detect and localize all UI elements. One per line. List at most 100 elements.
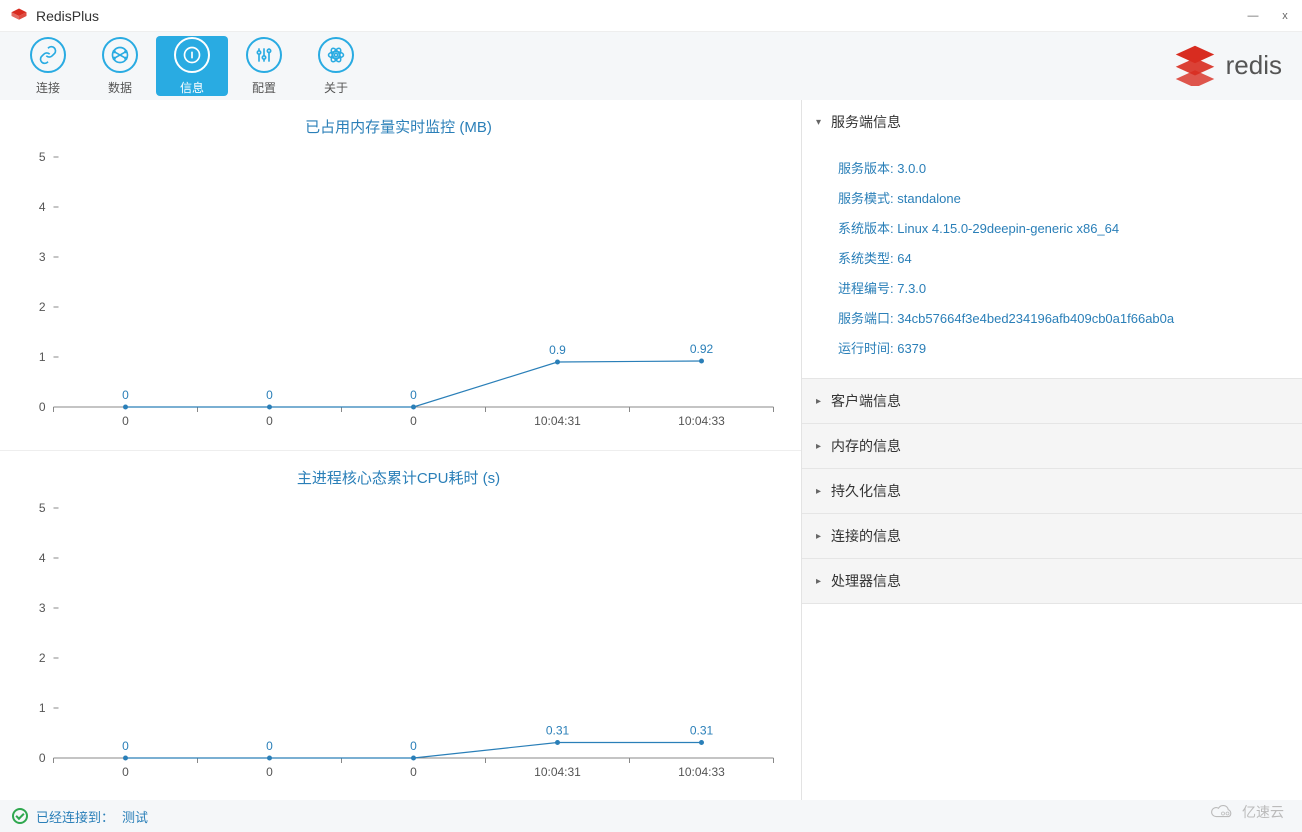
svg-text:10:04:33: 10:04:33 [678,414,725,428]
svg-text:5: 5 [39,150,46,164]
watermark-text: 亿速云 [1242,802,1284,822]
chart-memory: 已占用内存量实时监控 (MB) 0123450000000.910:04:310… [0,100,801,450]
accordion-title: 持久化信息 [831,481,901,501]
svg-text:10:04:31: 10:04:31 [534,765,581,779]
accordion-cpu-info: ▸ 处理器信息 [802,559,1302,604]
brand-logo: redis [1174,44,1282,86]
svg-text:10:04:33: 10:04:33 [678,765,725,779]
titlebar: RedisPlus — x [0,0,1302,32]
svg-text:0: 0 [410,388,417,402]
toolbar-label: 关于 [324,79,348,96]
svg-text:4: 4 [39,551,46,565]
svg-text:0: 0 [410,414,417,428]
svg-text:2: 2 [39,651,46,665]
svg-text:0: 0 [266,739,273,753]
toolbar-label: 配置 [252,79,276,96]
svg-text:0: 0 [410,765,417,779]
statusbar: 已经连接到： 测试 [0,800,1302,832]
accordion-header[interactable]: ▸ 连接的信息 [802,514,1302,558]
info-line: 服务模式: standalone [838,184,1302,214]
toolbar-btn-connect[interactable]: 连接 [12,36,84,96]
info-line: 进程编号: 7.3.0 [838,274,1302,304]
data-icon [102,37,138,73]
cloud-icon [1208,802,1238,822]
charts-column: 已占用内存量实时监控 (MB) 0123450000000.910:04:310… [0,100,802,800]
info-line: 系统类型: 64 [838,244,1302,274]
accordion-body: 服务版本: 3.0.0 服务模式: standalone 系统版本: Linux… [802,144,1302,378]
chart-title: 主进程核心态累计CPU耗时 (s) [12,467,785,488]
svg-text:0: 0 [122,388,129,402]
info-column: ▾ 服务端信息 服务版本: 3.0.0 服务模式: standalone 系统版… [802,100,1302,800]
toolbar-label: 信息 [180,79,204,96]
close-button[interactable]: x [1278,10,1292,22]
redis-logo-icon [1174,44,1216,86]
accordion-persist-info: ▸ 持久化信息 [802,469,1302,514]
info-line: 运行时间: 6379 [838,334,1302,364]
link-icon [30,37,66,73]
toolbar-btn-data[interactable]: 数据 [84,36,156,96]
svg-text:0: 0 [266,414,273,428]
titlebar-left: RedisPlus [10,7,99,25]
chevron-right-icon: ▸ [816,531,821,542]
svg-text:0.92: 0.92 [690,342,714,356]
toolbar-btn-about[interactable]: 关于 [300,36,372,96]
chevron-right-icon: ▸ [816,486,821,497]
accordion-server-info: ▾ 服务端信息 服务版本: 3.0.0 服务模式: standalone 系统版… [802,100,1302,379]
svg-text:2: 2 [39,300,46,314]
info-line: 服务端口: 34cb57664f3e4bed234196afb409cb0a1f… [838,304,1302,334]
info-line: 服务版本: 3.0.0 [838,154,1302,184]
minimize-button[interactable]: — [1246,10,1260,22]
chevron-right-icon: ▸ [816,576,821,587]
app-icon [10,7,28,25]
svg-text:0: 0 [266,388,273,402]
svg-text:0: 0 [122,414,129,428]
toolbar-btn-config[interactable]: 配置 [228,36,300,96]
chevron-right-icon: ▸ [816,396,821,407]
chart-title: 已占用内存量实时监控 (MB) [12,116,785,137]
svg-text:0: 0 [39,751,46,765]
svg-text:0: 0 [122,739,129,753]
svg-text:10:04:31: 10:04:31 [534,414,581,428]
chart-cpu: 主进程核心态累计CPU耗时 (s) 0123450000000.3110:04:… [0,450,801,801]
app-title: RedisPlus [36,8,99,24]
accordion-title: 客户端信息 [831,391,901,411]
toolbar-label: 数据 [108,79,132,96]
toolbar: 连接 数据 信息 配置 关于 redis [0,32,1302,100]
svg-text:0: 0 [266,765,273,779]
svg-text:0: 0 [410,739,417,753]
status-ok-icon [12,808,28,824]
info-icon [174,37,210,73]
accordion-header[interactable]: ▸ 客户端信息 [802,379,1302,423]
accordion-title: 服务端信息 [831,112,901,132]
svg-text:0: 0 [39,400,46,414]
svg-text:4: 4 [39,200,46,214]
svg-text:1: 1 [39,350,46,364]
about-icon [318,37,354,73]
accordion-title: 处理器信息 [831,571,901,591]
main-area: 已占用内存量实时监控 (MB) 0123450000000.910:04:310… [0,100,1302,800]
svg-text:0.31: 0.31 [546,723,570,737]
accordion-header[interactable]: ▸ 持久化信息 [802,469,1302,513]
accordion-conn-info: ▸ 连接的信息 [802,514,1302,559]
chevron-down-icon: ▾ [816,117,821,128]
brand-text: redis [1226,50,1282,81]
chevron-right-icon: ▸ [816,441,821,452]
accordion-header[interactable]: ▾ 服务端信息 [802,100,1302,144]
info-line: 系统版本: Linux 4.15.0-29deepin-generic x86_… [838,214,1302,244]
accordion-title: 内存的信息 [831,436,901,456]
toolbar-label: 连接 [36,79,60,96]
svg-text:1: 1 [39,701,46,715]
accordion-header[interactable]: ▸ 处理器信息 [802,559,1302,603]
svg-text:3: 3 [39,250,46,264]
window-controls: — x [1246,10,1292,22]
svg-text:0.31: 0.31 [690,723,714,737]
status-value: 测试 [122,807,148,826]
svg-text:5: 5 [39,501,46,515]
accordion-memory-info: ▸ 内存的信息 [802,424,1302,469]
accordion-client-info: ▸ 客户端信息 [802,379,1302,424]
accordion-header[interactable]: ▸ 内存的信息 [802,424,1302,468]
status-label: 已经连接到： [36,807,114,826]
svg-text:0: 0 [122,765,129,779]
watermark: 亿速云 [1208,802,1284,822]
toolbar-btn-info[interactable]: 信息 [156,36,228,96]
